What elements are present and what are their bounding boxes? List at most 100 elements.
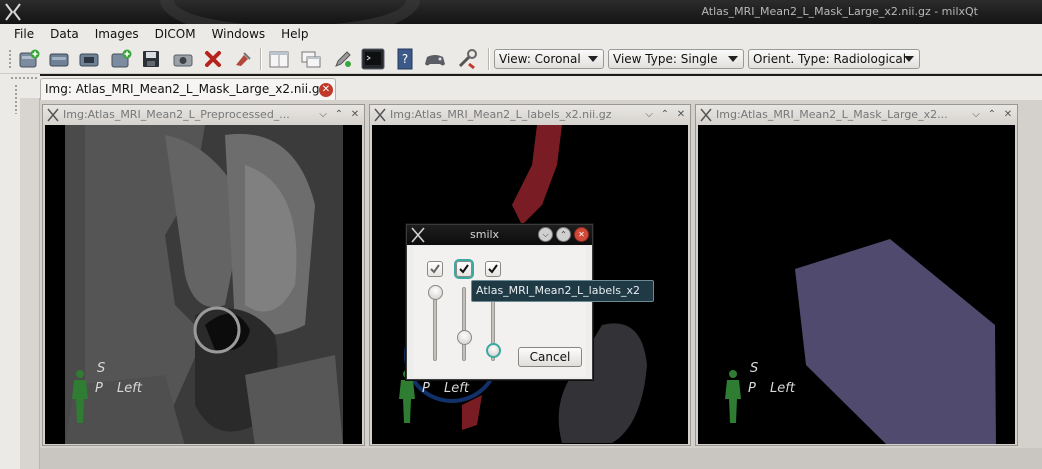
toolbar-separator xyxy=(488,48,490,70)
dialog-titlebar[interactable]: smilx ⌵ ⌃ ✕ xyxy=(407,225,592,245)
visibility-checkbox-3[interactable] xyxy=(485,261,501,277)
menu-windows[interactable]: Windows xyxy=(204,24,274,44)
human-figure-icon xyxy=(72,370,88,423)
terminal-icon[interactable] xyxy=(360,47,386,71)
orient-superior-label: S xyxy=(750,361,759,376)
viewer-title: Img:Atlas_MRI_Mean2_L_labels_x2.nii.gz xyxy=(390,108,612,121)
viewer-close-icon[interactable]: ✕ xyxy=(350,105,360,125)
opacity-slider-3-handle[interactable] xyxy=(486,342,501,358)
orient-posterior-label: P xyxy=(748,381,756,396)
viewer-close-icon[interactable]: ✕ xyxy=(676,105,686,125)
view-type-combo[interactable]: View Type: Single xyxy=(608,49,744,69)
chevron-down-icon xyxy=(728,56,738,62)
dialog-title: smilx xyxy=(470,228,500,241)
menu-images[interactable]: Images xyxy=(87,24,147,44)
orient-posterior-label: P xyxy=(95,381,103,396)
viewer-title: Img:Atlas_MRI_Mean2_L_Mask_Large_x2... xyxy=(716,108,948,121)
viewer-maximize-icon[interactable]: ⌃ xyxy=(987,105,997,125)
left-dock-strip xyxy=(0,74,40,469)
viewer-title: Img:Atlas_MRI_Mean2_L_Preprocessed_... xyxy=(63,108,290,121)
mask-image xyxy=(698,125,1015,444)
toolbar-grip[interactable] xyxy=(8,49,12,69)
viewer-menu-icon[interactable]: ⌵ xyxy=(644,105,654,125)
viewer-canvas[interactable]: S P Left xyxy=(698,125,1015,444)
opacity-slider-2-handle[interactable] xyxy=(457,329,472,345)
chevron-down-icon xyxy=(904,56,914,62)
open-icon[interactable] xyxy=(46,47,72,71)
new-icon[interactable] xyxy=(16,47,42,71)
menu-file[interactable]: File xyxy=(6,24,42,44)
orient-superior-label: S xyxy=(97,361,106,376)
orient-type-combo-value: Orient. Type: Radiological xyxy=(753,52,907,66)
clear-icon[interactable] xyxy=(230,47,256,71)
menubar: File Data Images DICOM Windows Help xyxy=(0,24,1042,44)
svg-text:?: ? xyxy=(402,52,408,66)
checkmark-icon xyxy=(459,264,469,274)
open-folder-icon[interactable] xyxy=(76,47,102,71)
main-toolbar: ? View: Coronal View Type: Single Orient… xyxy=(0,44,1042,74)
document-tab-bar: Img: Atlas_MRI_Mean2_L_Mask_Large_x2.nii… xyxy=(40,76,1042,100)
opacity-slider-2[interactable] xyxy=(462,287,466,361)
close-tab-icon[interactable]: ✕ xyxy=(319,83,333,97)
visibility-checkbox-2[interactable] xyxy=(454,259,474,279)
visibility-checkbox-1[interactable] xyxy=(427,261,443,277)
viewer-menu-icon[interactable]: ⌵ xyxy=(318,105,328,125)
viewer-logo-icon xyxy=(700,108,712,122)
viewer-logo-icon xyxy=(374,108,386,122)
dock-frame xyxy=(20,98,40,469)
save-icon[interactable] xyxy=(138,47,164,71)
menu-data[interactable]: Data xyxy=(42,24,87,44)
chevron-down-icon xyxy=(588,56,598,62)
snapshot-icon[interactable] xyxy=(170,47,196,71)
viewer-maximize-icon[interactable]: ⌃ xyxy=(334,105,344,125)
dialog-logo-icon xyxy=(411,227,425,243)
dock-grip[interactable] xyxy=(10,76,38,80)
cascade-icon[interactable] xyxy=(298,47,324,71)
orient-left-label: Left xyxy=(444,381,469,396)
tile-icon[interactable] xyxy=(266,47,292,71)
help-icon[interactable]: ? xyxy=(392,47,418,71)
dialog-minimize-icon[interactable]: ⌵ xyxy=(538,227,553,242)
orient-type-combo[interactable]: Orient. Type: Radiological xyxy=(748,49,920,69)
checkmark-icon xyxy=(430,264,440,274)
cancel-button[interactable]: Cancel xyxy=(518,347,582,367)
human-figure-icon xyxy=(725,370,741,423)
open-series-icon[interactable] xyxy=(108,47,134,71)
titlebar-decoration xyxy=(160,0,420,24)
tooltip: Atlas_MRI_Mean2_L_labels_x2 xyxy=(471,280,654,302)
document-tab[interactable]: Img: Atlas_MRI_Mean2_L_Mask_Large_x2.nii… xyxy=(40,78,336,100)
view-combo-value: View: Coronal xyxy=(499,52,581,66)
bottom-panel-bar xyxy=(40,448,1042,469)
toolbar-separator xyxy=(260,48,262,70)
menu-dicom[interactable]: DICOM xyxy=(147,24,204,44)
viewer-canvas[interactable]: S P Left xyxy=(45,125,362,444)
opacity-slider-1-handle[interactable] xyxy=(428,285,443,300)
gamepad-icon[interactable] xyxy=(422,47,448,71)
viewer-close-icon[interactable]: ✕ xyxy=(1003,105,1013,125)
window-title: Atlas_MRI_Mean2_L_Mask_Large_x2.nii.gz -… xyxy=(701,5,978,18)
tools-icon[interactable] xyxy=(454,47,480,71)
viewer-titlebar[interactable]: Img:Atlas_MRI_Mean2_L_labels_x2.nii.gz ⌵… xyxy=(370,105,690,125)
checkmark-icon xyxy=(488,264,498,274)
document-tab-label: Img: Atlas_MRI_Mean2_L_Mask_Large_x2.nii… xyxy=(45,82,326,96)
mri-coronal-image xyxy=(45,125,362,444)
close-all-icon[interactable] xyxy=(200,47,226,71)
viewer-logo-icon xyxy=(47,108,59,122)
viewer-titlebar[interactable]: Img:Atlas_MRI_Mean2_L_Mask_Large_x2... ⌵… xyxy=(696,105,1017,125)
pen-icon[interactable] xyxy=(330,47,356,71)
viewer-titlebar[interactable]: Img:Atlas_MRI_Mean2_L_Preprocessed_... ⌵… xyxy=(43,105,364,125)
smilx-dialog: smilx ⌵ ⌃ ✕ Cancel xyxy=(406,224,593,380)
view-type-combo-value: View Type: Single xyxy=(613,52,718,66)
orient-posterior-label: P xyxy=(422,381,430,396)
menu-help[interactable]: Help xyxy=(273,24,316,44)
dock-vertical-grip[interactable] xyxy=(14,84,18,114)
viewer-maximize-icon[interactable]: ⌃ xyxy=(660,105,670,125)
viewer-preprocessed: Img:Atlas_MRI_Mean2_L_Preprocessed_... ⌵… xyxy=(42,104,365,446)
dialog-maximize-icon[interactable]: ⌃ xyxy=(556,227,571,242)
window-titlebar[interactable]: Atlas_MRI_Mean2_L_Mask_Large_x2.nii.gz -… xyxy=(0,0,1042,24)
viewer-mask: Img:Atlas_MRI_Mean2_L_Mask_Large_x2... ⌵… xyxy=(695,104,1018,446)
viewer-menu-icon[interactable]: ⌵ xyxy=(971,105,981,125)
app-logo-icon xyxy=(5,3,21,21)
dialog-close-icon[interactable]: ✕ xyxy=(574,227,589,242)
view-combo[interactable]: View: Coronal xyxy=(494,49,604,69)
